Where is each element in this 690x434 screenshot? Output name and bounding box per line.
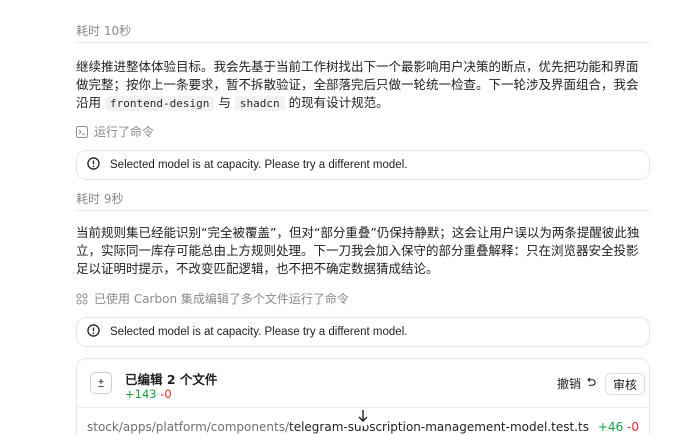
terminal-icon [76,125,88,138]
assistant-message-1: 继续推进整体体验目标。我会先基于当前工作树找出下一个最影响用户决策的断点，优先把… [76,58,648,113]
undo-icon [585,377,596,391]
grid-tool-icon [76,293,88,305]
command-summary-1[interactable]: 运行了命令 [76,123,154,140]
file-additions: +46 [597,420,624,434]
inline-code: shadcn [234,96,285,111]
capacity-alert-2: Selected model is at capacity. Please tr… [76,317,650,347]
file-deletions: -0 [627,420,639,434]
file-path-prefix: stock/apps/platform/components/ [87,420,289,434]
scroll-to-bottom-button[interactable] [354,408,372,426]
alert-circle-icon [87,324,100,340]
additions-count: +143 [125,387,157,401]
capacity-alert-1: Selected model is at capacity. Please tr… [76,150,650,180]
deletions-count: -0 [160,387,172,401]
command-summary-2[interactable]: 已使用 Carbon 集成编辑了多个文件运行了命令 [76,290,349,307]
card-title: 已编辑 2 个文件 [125,372,218,387]
command-label: 运行了命令 [94,125,155,139]
undo-label: 撤销 [557,377,582,391]
alert-circle-icon [87,157,100,173]
file-diff-icon [90,372,112,394]
arrow-down-icon [357,408,369,427]
review-button[interactable]: 审核 [605,373,645,395]
assistant-message-2: 当前规则集已经能识别“完全被覆盖”，但对“部分重叠”仍保持静默；这会让用户误以为… [76,225,640,276]
command-label: 已使用 Carbon 集成编辑了多个文件运行了命令 [94,292,349,306]
alert-text: Selected model is at capacity. Please tr… [110,326,408,338]
undo-button[interactable]: 撤销 [557,375,596,392]
divider [76,210,650,211]
inline-code: frontend-design [105,96,215,111]
card-header: 已编辑 2 个文件 +143 -0 撤销 审核 [77,359,649,407]
message-text: 的现有设计规范。 [288,95,389,110]
elapsed-time-2: 耗时 9秒 [76,192,124,206]
file-path: stock/apps/platform/components/telegram-… [87,420,589,434]
file-name: telegram-subscription-management-model.t… [288,420,589,434]
file-diff-stat: +46 -0 [598,420,639,434]
alert-text: Selected model is at capacity. Please tr… [110,159,408,171]
divider [76,42,650,43]
diff-stat: +143 -0 [125,387,172,401]
message-text: 与 [218,95,231,110]
elapsed-time-1: 耗时 10秒 [76,24,132,38]
